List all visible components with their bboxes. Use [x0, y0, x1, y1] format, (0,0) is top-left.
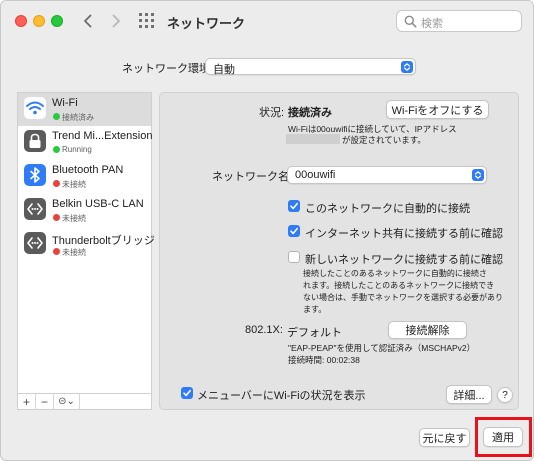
ethernet-icon [24, 198, 46, 220]
service-item-wifi[interactable]: Wi-Fi 接続済み [18, 93, 151, 126]
minimize-window-button[interactable] [33, 15, 45, 27]
window-title: ネットワーク [167, 16, 246, 31]
redacted-ip-address [286, 134, 340, 144]
zoom-window-button[interactable] [51, 15, 63, 27]
show-all-grid-icon[interactable] [138, 12, 156, 30]
ask-before-hotspot-checkbox[interactable] [288, 225, 300, 237]
network-name-value: 00ouwifi [295, 169, 336, 181]
dot1x-label: 802.1X: [245, 324, 283, 336]
checkmark-icon [290, 202, 298, 210]
service-name: Bluetooth PAN [52, 164, 124, 176]
show-wifi-in-menubar-checkbox[interactable] [181, 387, 193, 399]
dot1x-value: デフォルト [287, 327, 342, 339]
ask-before-hotspot-label: インターネット共有に接続する前に確認 [305, 228, 503, 240]
wifi-icon [24, 97, 46, 119]
chevron-updown-icon [472, 169, 484, 181]
forward-button[interactable] [105, 10, 127, 32]
service-list-toolbar: + − ⊝⌄ [18, 393, 151, 409]
new-network-description-line: れます。接続したことのあるネットワークに接続でき [303, 281, 495, 290]
new-network-description-line: ない場合は、手動でネットワークを選択する必要があり [303, 293, 503, 302]
status-dot [53, 180, 60, 187]
checkmark-icon [290, 227, 298, 235]
service-status: 未接続 [62, 180, 86, 189]
advanced-button[interactable]: 詳細... [446, 385, 492, 404]
status-label: 状況: [259, 107, 285, 119]
apply-button-highlight-frame [475, 417, 532, 457]
close-window-button[interactable] [15, 15, 27, 27]
service-name: Trend Mi...Extension [52, 130, 153, 142]
status-dot [53, 214, 60, 221]
help-button[interactable]: ? [497, 387, 513, 403]
title-bar: ネットワーク 検索 [1, 1, 533, 41]
network-name-popup[interactable]: 00ouwifi [287, 166, 487, 184]
search-placeholder: 検索 [421, 18, 443, 30]
service-list: Wi-Fi 接続済み Trend Mi...Extension Running … [17, 92, 155, 410]
service-name: Wi-Fi [52, 97, 78, 109]
new-network-description-line: 接続したことのあるネットワークに自動的に接続さ [303, 269, 487, 278]
location-value: 自動 [213, 64, 235, 76]
status-dot [53, 113, 60, 120]
service-status: 未接続 [62, 248, 86, 257]
bluetooth-icon [24, 164, 46, 186]
status-dot [53, 146, 60, 153]
back-button[interactable] [77, 10, 99, 32]
service-item-belkin-usb-c-lan[interactable]: Belkin USB-C LAN 未接続 [18, 194, 151, 227]
status-description-line2: が設定されています。 [342, 135, 426, 145]
chevron-right-icon [112, 14, 120, 28]
show-wifi-in-menubar-label: メニューバーにWi-Fiの状況を表示 [197, 390, 366, 402]
action-menu-button[interactable]: ⊝⌄ [54, 394, 80, 409]
search-field[interactable]: 検索 [396, 10, 522, 32]
service-item-thunderbolt-bridge[interactable]: Thunderboltブリッジ 未接続 [18, 228, 155, 261]
service-status: Running [62, 145, 92, 154]
padlock-icon [24, 130, 46, 152]
new-network-description-line: ます。 [303, 305, 327, 314]
service-name: Belkin USB-C LAN [52, 198, 144, 210]
service-status: 未接続 [62, 214, 86, 223]
search-icon [404, 15, 417, 28]
ask-before-new-network-label: 新しいネットワークに接続する前に確認 [305, 254, 503, 266]
network-preferences-window: ネットワーク 検索 ネットワーク環境: 自動 Wi-Fi 接続済み Trend … [0, 0, 534, 461]
chevron-left-icon [84, 14, 92, 28]
service-status: 接続済み [62, 113, 94, 122]
checkmark-icon [183, 389, 191, 397]
status-value: 接続済み [288, 107, 332, 119]
chevron-updown-icon [401, 61, 413, 73]
wifi-off-button[interactable]: Wi-Fiをオフにする [386, 100, 489, 119]
remove-service-button[interactable]: − [36, 394, 54, 409]
ethernet-icon [24, 232, 46, 254]
dot1x-auth-detail: "EAP-PEAP"を使用して認証済み（MSCHAPv2） [288, 343, 476, 353]
auto-join-label: このネットワークに自動的に接続 [305, 203, 470, 215]
connection-time: 接続時間: 00:02:38 [288, 355, 360, 365]
disconnect-button[interactable]: 接続解除 [388, 321, 467, 339]
add-service-button[interactable]: + [18, 394, 36, 409]
revert-button[interactable]: 元に戻す [419, 428, 470, 447]
service-item-bluetooth-pan[interactable]: Bluetooth PAN 未接続 [18, 160, 151, 193]
location-popup[interactable]: 自動 [205, 58, 416, 76]
location-label: ネットワーク環境: [122, 63, 214, 75]
network-name-label: ネットワーク名: [212, 171, 293, 183]
status-dot [53, 248, 60, 255]
auto-join-checkbox[interactable] [288, 200, 300, 212]
service-item-trend-micro[interactable]: Trend Mi...Extension Running [18, 126, 153, 159]
service-name: Thunderboltブリッジ [52, 235, 155, 247]
ask-before-new-network-checkbox[interactable] [288, 251, 300, 263]
